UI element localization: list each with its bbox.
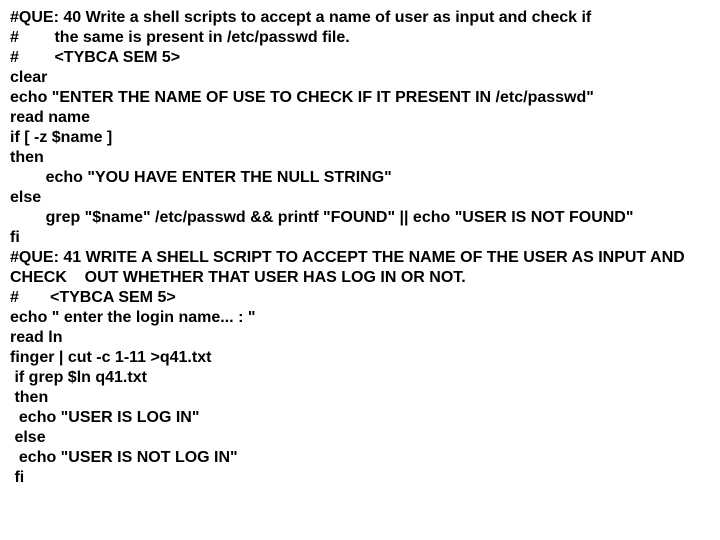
shell-script-code: #QUE: 40 Write a shell scripts to accept… xyxy=(0,0,720,496)
